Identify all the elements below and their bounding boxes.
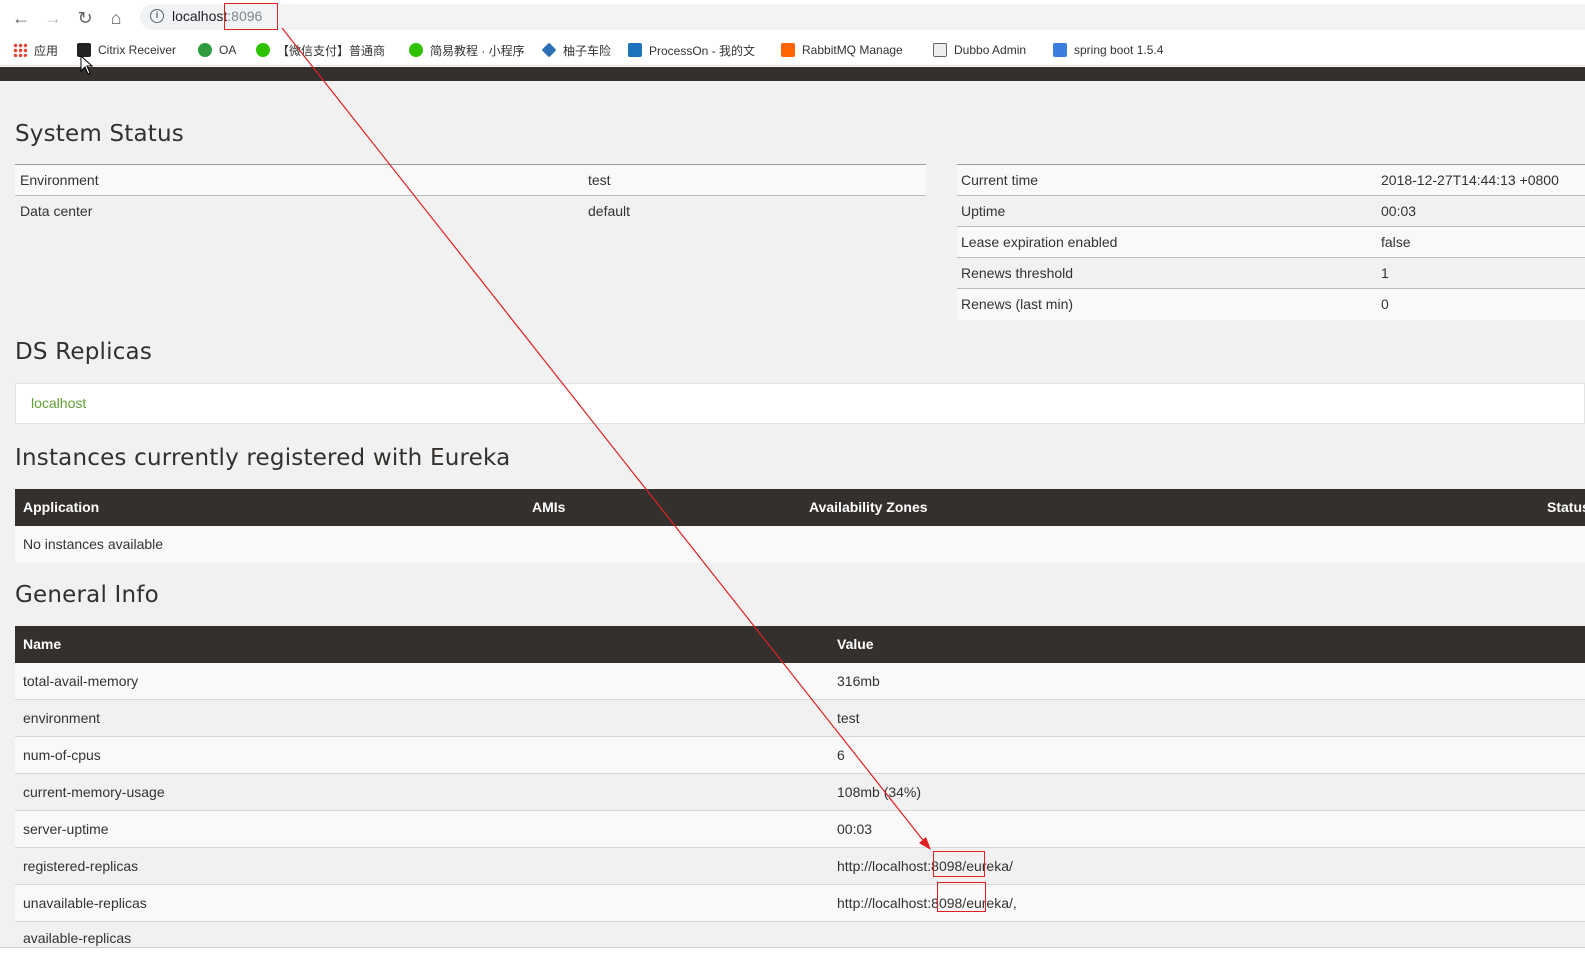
annotation-arrow-line	[281, 27, 927, 845]
mouse-cursor-icon	[80, 55, 94, 75]
annotation-arrowhead	[919, 837, 931, 850]
annotation-arrow	[281, 27, 931, 850]
